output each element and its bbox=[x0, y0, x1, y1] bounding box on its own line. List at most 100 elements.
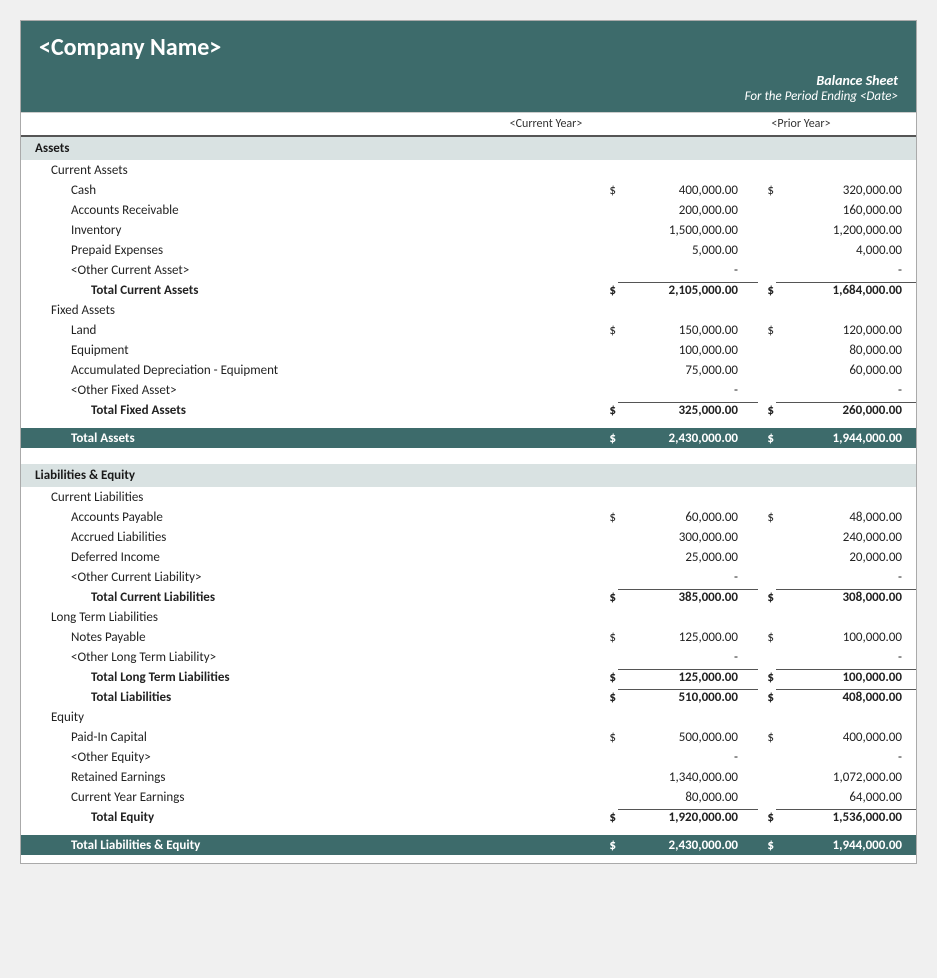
row-label: Total Long Term Liabilities bbox=[21, 670, 600, 685]
dollar-sign-cy: $ bbox=[600, 183, 618, 198]
subsection-label: Current Liabilities bbox=[21, 487, 916, 507]
row-label: Accounts Receivable bbox=[21, 203, 600, 218]
table-row: Retained Earnings1,340,000.001,072,000.0… bbox=[21, 767, 916, 787]
value-py: 80,000.00 bbox=[776, 343, 916, 358]
table-row: Cash$400,000.00$320,000.00 bbox=[21, 180, 916, 200]
value-py: 408,000.00 bbox=[776, 689, 916, 705]
table-row: Total Equity$1,920,000.00$1,536,000.00 bbox=[21, 807, 916, 827]
dollar-sign-cy: $ bbox=[600, 730, 618, 745]
table-row: <Other Fixed Asset>-- bbox=[21, 380, 916, 400]
dollar-sign-py: $ bbox=[758, 323, 776, 338]
value-py: - bbox=[776, 383, 916, 398]
table-row: <Other Current Asset> - - bbox=[21, 260, 916, 280]
table-row: Total Liabilities$510,000.00$408,000.00 bbox=[21, 687, 916, 707]
header-right: Balance Sheet For the Period Ending <Dat… bbox=[21, 68, 916, 112]
value-py: 64,000.00 bbox=[776, 790, 916, 805]
table-row: Total Liabilities & Equity$2,430,000.00$… bbox=[21, 835, 916, 855]
value-py: 100,000.00 bbox=[776, 669, 916, 685]
dollar-sign-py: $ bbox=[758, 183, 776, 198]
table-body: AssetsCurrent AssetsCash$400,000.00$320,… bbox=[21, 137, 916, 863]
row-label: Notes Payable bbox=[21, 630, 600, 645]
value-py: 320,000.00 bbox=[776, 183, 916, 198]
table-row: <Other Long Term Liability>-- bbox=[21, 647, 916, 667]
value-cy: 510,000.00 bbox=[618, 689, 758, 705]
table-row: Notes Payable$125,000.00$100,000.00 bbox=[21, 627, 916, 647]
subsection-label: Equity bbox=[21, 707, 916, 727]
subsection-label: Long Term Liabilities bbox=[21, 607, 916, 627]
dollar-sign-cy: $ bbox=[600, 431, 618, 446]
subsection-label: Current Assets bbox=[21, 160, 916, 180]
table-row: Total Current Assets$2,105,000.00$1,684,… bbox=[21, 280, 916, 300]
value-py: 120,000.00 bbox=[776, 323, 916, 338]
row-label: Total Equity bbox=[21, 810, 600, 825]
row-label: Total Assets bbox=[21, 431, 600, 446]
value-cy: 25,000.00 bbox=[618, 550, 758, 565]
row-label: Land bbox=[21, 323, 600, 338]
spacer bbox=[21, 855, 916, 863]
table-row: Total Current Liabilities$385,000.00$308… bbox=[21, 587, 916, 607]
dollar-sign-cy: $ bbox=[600, 590, 618, 605]
column-headers: <Current Year> <Prior Year> bbox=[21, 112, 916, 137]
row-label: Current Year Earnings bbox=[21, 790, 600, 805]
row-label: Total Current Assets bbox=[21, 283, 600, 298]
row-label: Total Current Liabilities bbox=[21, 590, 600, 605]
value-cy: 300,000.00 bbox=[618, 530, 758, 545]
row-label: <Other Current Asset> bbox=[21, 263, 600, 278]
value-cy: 125,000.00 bbox=[618, 669, 758, 685]
value-cy: 75,000.00 bbox=[618, 363, 758, 378]
row-label: Accumulated Depreciation - Equipment bbox=[21, 363, 600, 378]
value-py: 60,000.00 bbox=[776, 363, 916, 378]
col-header-cy: <Current Year> bbox=[406, 117, 686, 131]
value-cy: 2,430,000.00 bbox=[618, 838, 758, 853]
value-py: 1,072,000.00 bbox=[776, 770, 916, 785]
dollar-sign-cy: $ bbox=[600, 838, 618, 853]
value-cy: 125,000.00 bbox=[618, 630, 758, 645]
row-label: Prepaid Expenses bbox=[21, 243, 600, 258]
spacer bbox=[21, 456, 916, 464]
value-py: - bbox=[776, 570, 916, 585]
col-header-py: <Prior Year> bbox=[686, 117, 916, 131]
row-label: Paid-In Capital bbox=[21, 730, 600, 745]
table-row: Total Long Term Liabilities$125,000.00$1… bbox=[21, 667, 916, 687]
value-cy: 400,000.00 bbox=[618, 183, 758, 198]
value-cy: 1,920,000.00 bbox=[618, 809, 758, 825]
report-subtitle: For the Period Ending <Date> bbox=[39, 89, 898, 104]
dollar-sign-py: $ bbox=[758, 510, 776, 525]
value-py: 308,000.00 bbox=[776, 589, 916, 605]
value-cy: - bbox=[618, 263, 758, 278]
row-label: <Other Equity> bbox=[21, 750, 600, 765]
section-header: Liabilities & Equity bbox=[21, 464, 916, 487]
value-cy: - bbox=[618, 750, 758, 765]
value-py: - bbox=[776, 263, 916, 278]
table-row: Current Year Earnings 80,000.00 64,000.00 bbox=[21, 787, 916, 807]
spacer bbox=[21, 420, 916, 428]
table-row: Total Fixed Assets$325,000.00$260,000.00 bbox=[21, 400, 916, 420]
table-row: Prepaid Expenses5,000.004,000.00 bbox=[21, 240, 916, 260]
value-cy: 80,000.00 bbox=[618, 790, 758, 805]
value-cy: 2,105,000.00 bbox=[618, 282, 758, 298]
value-cy: 60,000.00 bbox=[618, 510, 758, 525]
value-py: 4,000.00 bbox=[776, 243, 916, 258]
dollar-sign-cy: $ bbox=[600, 403, 618, 418]
dollar-sign-py: $ bbox=[758, 431, 776, 446]
dollar-sign-py: $ bbox=[758, 810, 776, 825]
dollar-sign-py: $ bbox=[758, 283, 776, 298]
row-label: Accrued Liabilities bbox=[21, 530, 600, 545]
value-cy: 385,000.00 bbox=[618, 589, 758, 605]
table-row: Accounts Receivable200,000.00160,000.00 bbox=[21, 200, 916, 220]
table-row: Deferred Income25,000.0020,000.00 bbox=[21, 547, 916, 567]
subsection-label: Fixed Assets bbox=[21, 300, 916, 320]
spacer bbox=[21, 448, 916, 456]
value-py: 20,000.00 bbox=[776, 550, 916, 565]
row-label: Cash bbox=[21, 183, 600, 198]
value-cy: 1,500,000.00 bbox=[618, 223, 758, 238]
dollar-sign-py: $ bbox=[758, 590, 776, 605]
dollar-sign-py: $ bbox=[758, 670, 776, 685]
dollar-sign-cy: $ bbox=[600, 510, 618, 525]
value-py: 260,000.00 bbox=[776, 402, 916, 418]
table-row: Land$150,000.00$120,000.00 bbox=[21, 320, 916, 340]
section-header: Assets bbox=[21, 137, 916, 160]
table-row: Accrued Liabilities300,000.00240,000.00 bbox=[21, 527, 916, 547]
value-cy: 150,000.00 bbox=[618, 323, 758, 338]
header-top: <Company Name> bbox=[21, 21, 916, 68]
